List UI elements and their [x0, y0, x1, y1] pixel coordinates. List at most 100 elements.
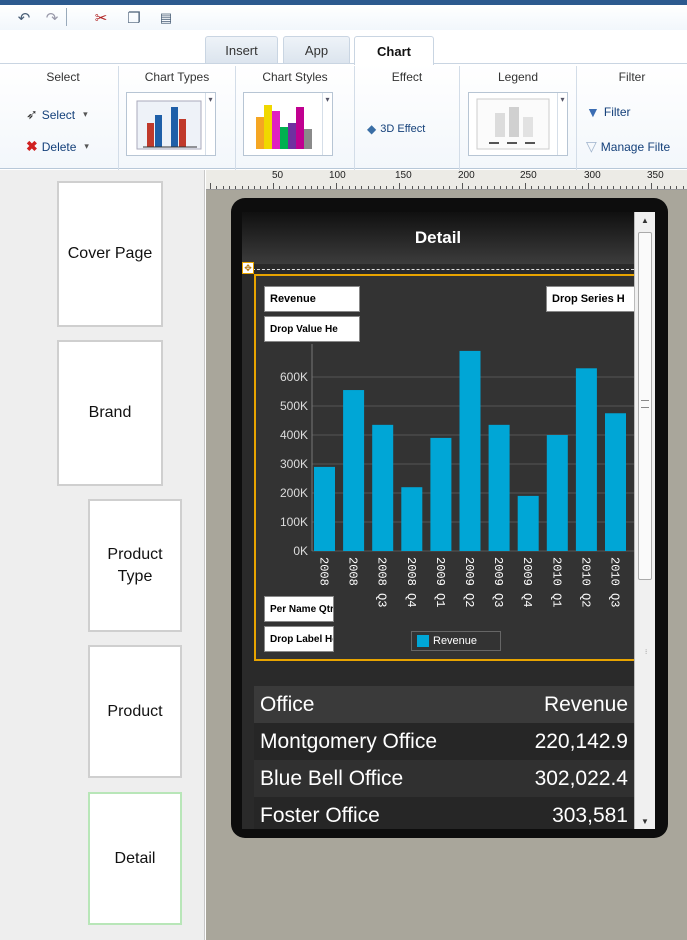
chevron-down-icon[interactable]: ▾ — [205, 93, 215, 155]
move-handle-icon[interactable]: ✥ — [242, 262, 254, 274]
ruler-tick — [600, 186, 602, 189]
ruler-tick — [474, 186, 476, 189]
table-row[interactable]: Blue Bell Office 302,022.4 — [254, 760, 634, 797]
ruler-tick — [443, 186, 445, 189]
paste-icon[interactable]: ▤ — [156, 8, 176, 28]
ruler-tick — [657, 186, 659, 189]
ruler-tick — [518, 186, 520, 189]
ruler-tick — [279, 186, 281, 189]
chevron-down-icon[interactable]: ▾ — [557, 93, 567, 155]
legend-position-icon — [476, 98, 550, 150]
page-thumb-brand[interactable]: Brand — [57, 340, 163, 486]
ruler-tick — [455, 186, 457, 189]
ruler-tick — [216, 186, 218, 189]
chart-bar — [430, 437, 452, 551]
vertical-scrollbar[interactable]: ▲ ▼ — [634, 212, 655, 829]
ruler-tick — [260, 186, 262, 189]
series-drop-field[interactable]: Drop Series H — [546, 286, 637, 312]
chart-container[interactable]: 0K 100K 200K 300K 400K 500K 600K 2008 2008 2008 Q… — [254, 274, 639, 661]
y-tick-label: 0K — [293, 544, 308, 558]
x-tick-label: 2010 Q2 — [578, 557, 592, 607]
scroll-down-icon[interactable]: ▼ — [635, 813, 655, 829]
copy-icon[interactable]: ❐ — [124, 8, 144, 28]
ruler-tick — [499, 186, 501, 189]
delete-button[interactable]: ✖ Delete ▾ — [26, 138, 89, 155]
ruler-tick — [669, 186, 671, 189]
redo-icon[interactable]: ↷ — [42, 8, 62, 28]
filter-group-title: Filter — [618, 70, 646, 84]
manage-filters-label: Manage Filte — [600, 139, 671, 154]
ruler-label: 100 — [329, 170, 346, 181]
ruler-label: 150 — [395, 170, 412, 181]
3d-effect-label: 3D Effect — [380, 123, 426, 135]
select-button[interactable]: ➶ Select ▾ — [26, 106, 88, 123]
page-thumb-cover-page[interactable]: Cover Page — [57, 181, 163, 327]
ruler-tick — [644, 186, 646, 189]
ruler-tick — [291, 186, 293, 189]
ruler-tick — [386, 186, 388, 189]
table-row[interactable]: Montgomery Office 220,142.9 — [254, 723, 634, 760]
scroll-up-icon[interactable]: ▲ — [635, 212, 655, 228]
revenue-cell: 303,581 — [552, 803, 628, 827]
page-thumb-detail[interactable]: Detail — [88, 792, 182, 925]
y-tick-label: 300K — [280, 457, 308, 471]
label-drop-field[interactable]: Drop Label He — [264, 626, 334, 652]
category-drop-field[interactable]: Per Name Qtr — [264, 596, 334, 622]
table-row[interactable]: Foster Office 303,581 — [254, 797, 634, 829]
chart-bar — [401, 487, 423, 551]
chevron-down-icon: ▾ — [84, 141, 89, 151]
x-tick-label: 2009 Q2 — [462, 557, 476, 607]
table-header-row: Office Revenue — [254, 686, 634, 723]
ruler-tick — [436, 186, 438, 189]
ruler-tick — [594, 186, 596, 189]
page-header: Detail — [242, 212, 634, 264]
ruler-tick — [254, 186, 256, 189]
ruler-tick — [531, 186, 533, 189]
y-tick-label: 400K — [280, 428, 308, 442]
office-revenue-table: Office Revenue Montgomery Office 220,142… — [254, 686, 634, 829]
chart-types-gallery[interactable]: ▾ — [126, 92, 216, 156]
page-thumb-product[interactable]: Product — [88, 645, 182, 778]
ruler-tick — [222, 186, 224, 189]
ruler-tick — [663, 186, 665, 189]
ruler-tick — [348, 186, 350, 189]
measure-drop-field[interactable]: Revenue — [264, 286, 360, 312]
filter-button-label: Filter — [603, 105, 631, 119]
undo-icon[interactable]: ↶ — [14, 8, 34, 28]
chart-styles-gallery[interactable]: ▾ — [243, 92, 333, 156]
ruler-tick — [556, 186, 558, 189]
funnel-outline-icon: ▽ — [586, 138, 597, 154]
ruler-tick — [632, 186, 634, 189]
y-tick-label: 500K — [280, 399, 308, 413]
ruler-tick — [581, 186, 583, 189]
filter-button[interactable]: ▼ Filter — [586, 104, 631, 120]
tab-insert[interactable]: Insert — [205, 36, 278, 64]
ruler-label: 350 — [647, 170, 664, 181]
tab-app[interactable]: App — [283, 36, 350, 64]
ruler-tick — [682, 186, 684, 189]
chevron-down-icon[interactable]: ▾ — [322, 93, 332, 155]
ruler-tick — [210, 183, 211, 189]
resize-grip-icon[interactable]: ⁝ — [645, 648, 653, 658]
manage-filters-button[interactable]: ▽ Manage Filte — [586, 138, 670, 155]
ruler-tick — [537, 186, 539, 189]
toolbar-separator — [66, 8, 67, 26]
value-drop-field[interactable]: Drop Value He — [264, 316, 360, 342]
delete-button-label: Delete — [41, 139, 77, 154]
ruler-tick — [373, 186, 375, 189]
ruler-tick — [543, 186, 545, 189]
page-list-panel: Cover Page Brand Product Type Product De… — [0, 170, 205, 940]
chevron-down-icon: ▾ — [83, 109, 88, 119]
ruler-tick — [449, 186, 451, 189]
cut-icon[interactable]: ✂ — [90, 8, 112, 28]
select-button-label: Select — [41, 107, 76, 122]
legend-gallery[interactable]: ▾ — [468, 92, 568, 156]
ruler-tick — [298, 186, 300, 189]
ruler-tick — [562, 186, 564, 189]
3d-effect-button[interactable]: ◆ 3D Effect — [367, 122, 425, 136]
ruler-tick — [266, 186, 268, 189]
tab-chart[interactable]: Chart — [354, 36, 434, 65]
ruler-tick — [606, 186, 608, 189]
page-thumb-product-type[interactable]: Product Type — [88, 499, 182, 632]
column-header-revenue: Revenue — [543, 692, 628, 716]
